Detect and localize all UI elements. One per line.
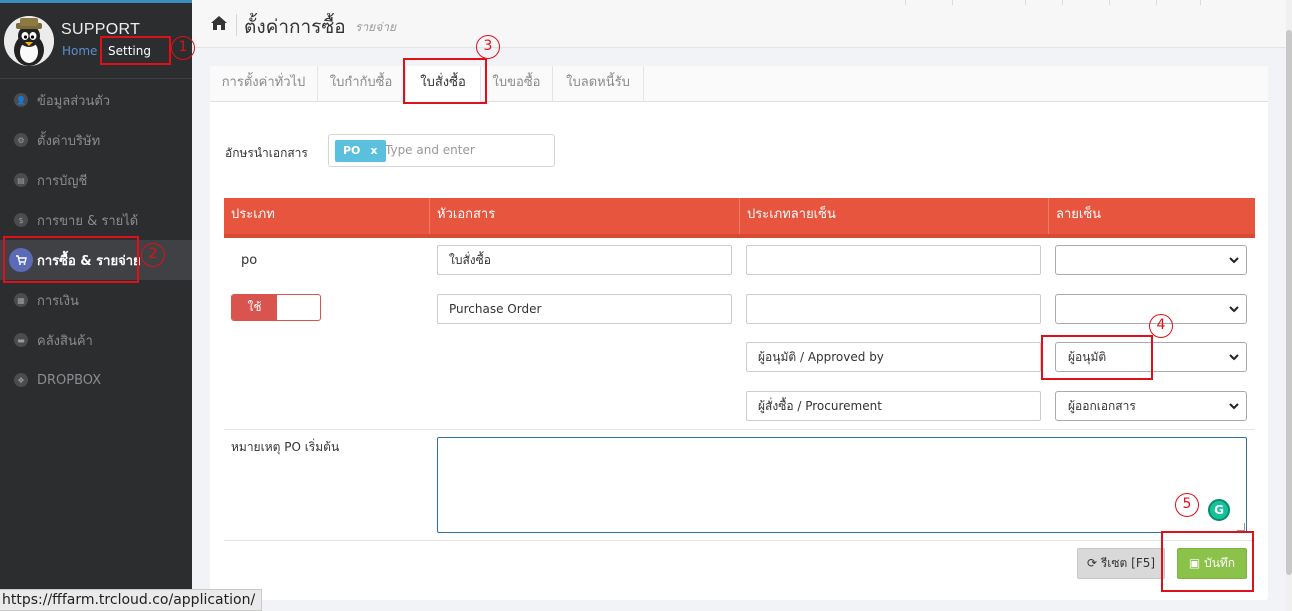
- tab-bar: การตั้งค่าทั่วไป ใบกำกับซื้อ ใบสั่งซื้อ …: [210, 66, 1268, 103]
- doc-title-thai-field[interactable]: ใบสั่งซื้อ: [437, 245, 732, 275]
- annotation-box-po-tab: [403, 58, 487, 104]
- annotation-number: 4: [1149, 314, 1173, 338]
- settings-panel: การตั้งค่าทั่วไป ใบกำกับซื้อ ใบสั่งซื้อ …: [210, 66, 1268, 600]
- topbar-divider: [1109, 0, 1110, 5]
- resize-handle-icon[interactable]: [1237, 523, 1245, 531]
- topbar-divider: [905, 0, 906, 5]
- calendar-icon: ▦: [14, 293, 28, 307]
- toggle-on-label: ใช้: [232, 295, 277, 320]
- doc-prefix-label: อักษรนำเอกสาร: [225, 146, 308, 160]
- refresh-icon: ⟳: [1086, 556, 1098, 570]
- doc-prefix-input[interactable]: PO x Type and enter: [328, 134, 555, 167]
- sidebar-item-inventory[interactable]: ▬ คลังสินค้า: [0, 320, 192, 360]
- user-icon: 👤: [14, 93, 28, 107]
- topbar-divider: [1200, 0, 1201, 5]
- sidebar-item-finance[interactable]: ▦ การเงิน: [0, 280, 192, 320]
- signature-type-field-2[interactable]: [746, 294, 1041, 324]
- use-toggle[interactable]: ใช้: [231, 294, 321, 321]
- signature-select-value: ผู้ออกเอกสาร: [1068, 399, 1136, 413]
- chevron-down-icon: [1229, 403, 1239, 410]
- sidebar-item-label: ข้อมูลส่วนตัว: [37, 93, 111, 109]
- dropbox-icon: ❖: [14, 373, 28, 387]
- doc-type-value: po: [241, 253, 258, 268]
- truck-icon: ▬: [14, 333, 28, 347]
- tag-remove-icon[interactable]: x: [370, 144, 377, 157]
- browser-status-url: https://fffarm.trcloud.co/application/: [0, 589, 263, 611]
- tab-general-settings[interactable]: การตั้งค่าทั่วไป: [210, 66, 318, 102]
- annotation-number: 5: [1175, 493, 1199, 517]
- column-header-signature: ลายเซ็น: [1048, 198, 1255, 236]
- topbar-divider: [1062, 0, 1063, 5]
- doc-title-english-field[interactable]: Purchase Order: [437, 294, 732, 324]
- topbar-divider: [1156, 0, 1157, 5]
- signature-select-1[interactable]: [1055, 245, 1247, 275]
- sidebar-item-profile[interactable]: 👤 ข้อมูลส่วนตัว: [0, 80, 192, 120]
- top-bar: ตั้งค่าการซื้อ รายจ่าย: [192, 0, 1292, 48]
- row-divider: [224, 540, 1255, 541]
- sidebar-item-label: ตั้งค่าบริษัท: [37, 133, 101, 149]
- default-note-textarea[interactable]: G: [437, 437, 1247, 533]
- tag-input-placeholder: Type and enter: [385, 143, 475, 157]
- signature-type-field-4[interactable]: ผู้สั่งซื้อ / Procurement: [746, 391, 1041, 421]
- avatar[interactable]: [4, 16, 54, 66]
- signature-select-4[interactable]: ผู้ออกเอกสาร: [1055, 391, 1247, 421]
- table-header-underline: [224, 234, 1255, 238]
- sidebar-item-label: การขาย & รายได้: [37, 213, 139, 229]
- home-icon[interactable]: [210, 15, 228, 31]
- sidebar-item-label: การบัญชี: [37, 173, 88, 189]
- row-divider: [224, 429, 1255, 430]
- sidebar-item-accounting[interactable]: ▤ การบัญชี: [0, 160, 192, 200]
- signature-type-field-1[interactable]: [746, 245, 1041, 275]
- settings-table-header: ประเภท หัวเอกสาร ประเภทลายเซ็น ลายเซ็น: [224, 198, 1255, 236]
- scrollbar-thumb[interactable]: [1286, 30, 1292, 575]
- annotation-box-purchase-menu: [3, 236, 139, 283]
- reset-button[interactable]: ⟳ รีเซต [F5]: [1077, 548, 1165, 579]
- sidebar-item-label: DROPBOX: [37, 372, 102, 388]
- signature-type-field-3[interactable]: ผู้อนุมัติ / Approved by: [746, 342, 1041, 372]
- reset-label: รีเซต [F5]: [1100, 556, 1156, 570]
- column-header-signature-type: ประเภทลายเซ็น: [739, 198, 1048, 236]
- chevron-down-icon: [1229, 257, 1239, 264]
- book-icon: ▤: [14, 173, 28, 187]
- prefix-tag: PO x: [335, 140, 386, 162]
- grammarly-icon[interactable]: G: [1208, 499, 1230, 521]
- annotation-number: 3: [476, 35, 500, 59]
- annotation-box-approver: [1041, 335, 1153, 380]
- annotation-number: 1: [171, 36, 195, 60]
- sidebar-item-dropbox[interactable]: ❖ DROPBOX: [0, 360, 192, 400]
- gear-icon: ⚙: [14, 133, 28, 147]
- sidebar-item-sales[interactable]: $ การขาย & รายได้: [0, 200, 192, 240]
- tab-credit-note[interactable]: ใบลดหนี้รับ: [553, 66, 644, 102]
- page-title: ตั้งค่าการซื้อ: [244, 16, 346, 38]
- tab-purchase-invoice[interactable]: ใบกำกับซื้อ: [318, 66, 405, 102]
- column-header-doc-title: หัวเอกสาร: [429, 198, 739, 236]
- home-link[interactable]: Home: [62, 44, 97, 58]
- penguin-avatar-icon: [4, 16, 54, 66]
- sidebar-item-company-settings[interactable]: ⚙ ตั้งค่าบริษัท: [0, 120, 192, 160]
- sidebar-item-label: คลังสินค้า: [37, 333, 93, 349]
- topbar-divider: [952, 0, 953, 5]
- default-note-label: หมายเหตุ PO เริ่มต้น: [231, 440, 340, 454]
- tab-purchase-request[interactable]: ใบขอซื้อ: [481, 66, 553, 102]
- annotation-box-setting: [100, 36, 171, 65]
- title-separator: [236, 14, 237, 36]
- page-subtitle: รายจ่าย: [355, 20, 397, 34]
- topbar-divider: [1025, 0, 1026, 5]
- sidebar: SUPPORT Home Setting 👤 ข้อมูลส่วนตัว ⚙ ต…: [0, 0, 192, 611]
- vertical-scrollbar[interactable]: [1286, 0, 1292, 611]
- sidebar-item-label: การเงิน: [37, 293, 79, 309]
- prefix-tag-text: PO: [343, 144, 361, 157]
- chevron-down-icon: [1229, 306, 1239, 313]
- dollar-icon: $: [14, 213, 28, 227]
- column-header-type: ประเภท: [231, 207, 275, 222]
- annotation-box-save: [1161, 531, 1254, 592]
- annotation-number: 2: [141, 243, 165, 267]
- chevron-down-icon: [1229, 354, 1239, 361]
